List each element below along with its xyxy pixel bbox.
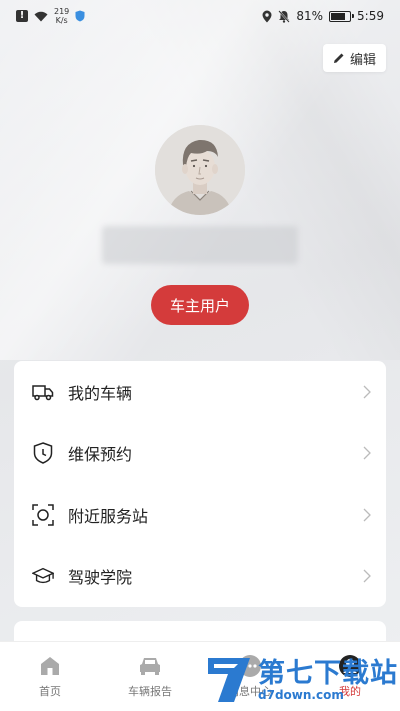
battery-level	[331, 12, 345, 20]
menu-card: 我的车辆 维保预约 附近服务站 驾驶学院	[14, 361, 386, 607]
clock: 5:59	[357, 9, 384, 23]
username	[102, 226, 298, 264]
watermark-logo-icon	[208, 658, 250, 702]
menu-label-maintenance-booking: 维保预约	[68, 445, 133, 465]
chevron-right-icon	[363, 508, 371, 522]
edit-label: 编辑	[349, 52, 376, 68]
nav-label-home: 首页	[39, 685, 61, 698]
watermark: 第七下载站 d7down.com	[204, 652, 400, 708]
battery-icon	[329, 10, 355, 22]
menu-item-maintenance-booking[interactable]: 维保预约	[14, 423, 386, 485]
menu-item-driving-academy[interactable]: 驾驶学院	[14, 546, 386, 608]
avatar[interactable]	[155, 125, 245, 215]
nav-item-vehicle-report[interactable]: 车辆报告	[110, 654, 190, 699]
watermark-main: 第七下载站	[258, 657, 398, 689]
menu-item-my-vehicles[interactable]: 我的车辆	[14, 361, 386, 423]
nav-item-home[interactable]: 首页	[10, 654, 90, 699]
graduation-cap-icon	[32, 565, 54, 587]
status-left: ! 219 K/s	[16, 7, 85, 25]
status-right: 81% 5:59	[262, 9, 384, 23]
alert-icon: !	[16, 10, 28, 22]
menu-label-driving-academy: 驾驶学院	[68, 568, 133, 588]
shield-clock-icon	[32, 442, 54, 465]
menu-item-nearby-service-stations[interactable]: 附近服务站	[14, 484, 386, 546]
avatar-person-icon	[155, 125, 245, 215]
home-icon	[38, 654, 62, 678]
menu-label-my-vehicles: 我的车辆	[68, 383, 133, 403]
role-badge[interactable]: 车主用户	[151, 285, 249, 325]
network-speed: 219 K/s	[54, 7, 69, 25]
truck-icon	[32, 381, 54, 403]
network-speed-value: 219	[54, 7, 70, 16]
pencil-icon	[333, 53, 344, 63]
scan-frame-icon	[32, 504, 54, 526]
location-icon	[262, 10, 272, 22]
wifi-icon	[34, 11, 48, 21]
mute-bell-icon	[278, 9, 291, 23]
network-speed-unit: K/s	[55, 16, 68, 25]
menu-label-nearby-service-stations: 附近服务站	[68, 506, 149, 526]
battery-percent: 81%	[296, 9, 324, 23]
chevron-right-icon	[363, 446, 371, 460]
watermark-text: 第七下载站 d7down.com	[258, 660, 398, 701]
shield-icon	[75, 10, 85, 22]
chevron-right-icon	[363, 385, 371, 399]
edit-button[interactable]: 编辑	[322, 44, 386, 72]
watermark-sub: d7down.com	[258, 687, 344, 702]
car-icon	[138, 654, 162, 678]
status-bar: ! 219 K/s 81% 5:59	[0, 0, 400, 32]
chevron-right-icon	[363, 569, 371, 583]
nav-label-vehicle-report: 车辆报告	[128, 685, 172, 698]
